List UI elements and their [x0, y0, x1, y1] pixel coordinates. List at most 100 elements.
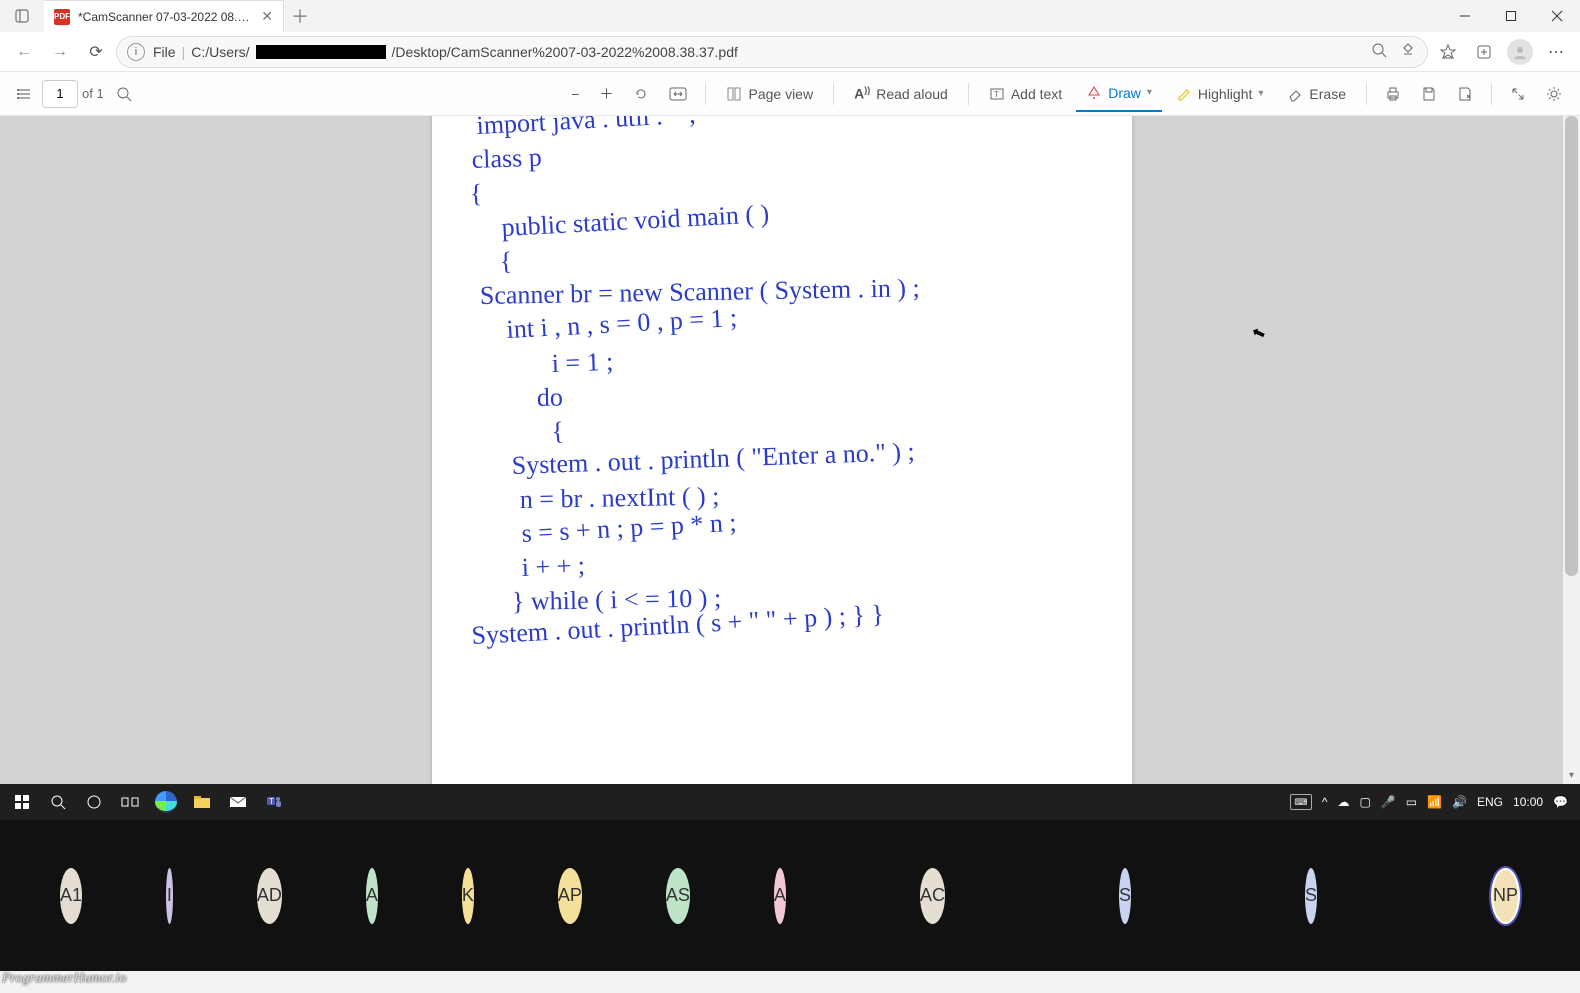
- window-maximize-button[interactable]: [1488, 0, 1534, 32]
- participant-avatar[interactable]: AC: [920, 868, 945, 924]
- pdf-viewport[interactable]: import java . util . * ;class p{ public …: [0, 116, 1563, 784]
- nav-back-button[interactable]: ←: [8, 36, 40, 68]
- window-close-button[interactable]: [1534, 0, 1580, 32]
- taskbar-app-teams[interactable]: T: [256, 784, 292, 820]
- read-aloud-label: Read aloud: [876, 86, 948, 102]
- pdf-contents-button[interactable]: [10, 86, 38, 102]
- pdf-page: import java . util . * ;class p{ public …: [432, 116, 1132, 784]
- pdf-page-total: of 1: [82, 86, 104, 101]
- svg-text:T: T: [994, 90, 999, 99]
- zoom-out-button[interactable]: −: [563, 76, 587, 112]
- participant-avatar[interactable]: K: [462, 868, 474, 924]
- onedrive-icon[interactable]: ☁: [1337, 795, 1349, 809]
- start-button[interactable]: [4, 784, 40, 820]
- tray-language[interactable]: ENG: [1477, 795, 1503, 809]
- zoom-in-button[interactable]: ＋: [591, 76, 621, 112]
- tab-actions-button[interactable]: [0, 0, 44, 32]
- url-scheme-label: File: [153, 44, 176, 60]
- scrollbar-thumb[interactable]: [1565, 116, 1578, 576]
- taskbar-search-icon[interactable]: [40, 784, 76, 820]
- taskbar-tray: ⌨ ^ ☁ ▢ 🎤 ▭ 📶 🔊 ENG 10:00 💬: [1290, 794, 1576, 810]
- svg-text:s = s + n ; p = p * n ;: s = s + n ; p = p * n ;: [520, 508, 736, 548]
- pdf-settings-button[interactable]: [1538, 76, 1570, 112]
- pdf-icon: PDF: [54, 9, 70, 25]
- tab-close-icon[interactable]: ✕: [261, 8, 273, 25]
- cortana-icon[interactable]: [76, 784, 112, 820]
- favorites-button[interactable]: [1432, 36, 1464, 68]
- task-view-icon[interactable]: [112, 784, 148, 820]
- erase-button[interactable]: Erase: [1277, 76, 1356, 112]
- svg-text:i = 1 ;: i = 1 ;: [551, 347, 614, 378]
- participant-avatar[interactable]: AD: [257, 868, 282, 924]
- chevron-down-icon[interactable]: ▾: [1258, 88, 1263, 99]
- highlight-button[interactable]: Highlight▾: [1166, 76, 1274, 112]
- collections-button[interactable]: [1468, 36, 1500, 68]
- svg-text:class p: class p: [471, 143, 542, 174]
- save-as-button[interactable]: [1449, 76, 1481, 112]
- save-button[interactable]: [1413, 76, 1445, 112]
- browser-tab-active[interactable]: PDF *CamScanner 07-03-2022 08.38… ✕: [44, 0, 284, 32]
- participant-avatar[interactable]: A1: [60, 868, 82, 924]
- pdf-toolbar: of 1 − ＋ Page view A))Read aloud T Add te…: [0, 72, 1580, 116]
- site-info-icon[interactable]: i: [127, 43, 145, 61]
- participant-avatar[interactable]: A: [366, 868, 378, 924]
- participant-avatar[interactable]: S: [1119, 868, 1131, 924]
- svg-text:n = br . nextInt ( ) ;: n = br . nextInt ( ) ;: [519, 482, 719, 514]
- add-text-button[interactable]: T Add text: [979, 76, 1072, 112]
- participant-avatar[interactable]: S: [1305, 868, 1317, 924]
- draw-label: Draw: [1108, 85, 1141, 101]
- new-tab-button[interactable]: ＋: [284, 0, 316, 32]
- scrollbar-down-icon[interactable]: ▾: [1563, 767, 1580, 784]
- participant-avatar[interactable]: AP: [558, 868, 582, 924]
- profile-button[interactable]: [1504, 36, 1536, 68]
- fullscreen-button[interactable]: [1502, 76, 1534, 112]
- pdf-find-button[interactable]: [108, 76, 140, 112]
- participant-avatar[interactable]: I: [166, 868, 173, 924]
- read-aloud-button[interactable]: A))Read aloud: [844, 76, 958, 112]
- svg-text:{: {: [499, 247, 512, 276]
- app-menu-button[interactable]: ⋯: [1540, 36, 1572, 68]
- erase-label: Erase: [1309, 86, 1346, 102]
- window-titlebar: PDF *CamScanner 07-03-2022 08.38… ✕ ＋: [0, 0, 1580, 32]
- vertical-scrollbar[interactable]: ▾: [1563, 116, 1580, 784]
- tray-expand-icon[interactable]: ^: [1322, 795, 1328, 809]
- draw-button[interactable]: Draw ▾: [1076, 76, 1162, 112]
- participant-avatar[interactable]: NP: [1491, 868, 1520, 924]
- microphone-icon[interactable]: 🎤: [1381, 795, 1396, 809]
- taskbar-app-explorer[interactable]: [184, 784, 220, 820]
- volume-icon[interactable]: 🔊: [1452, 795, 1467, 809]
- participant-avatar[interactable]: AS: [666, 868, 690, 924]
- taskbar-app-mail[interactable]: [220, 784, 256, 820]
- find-on-page-icon[interactable]: [1371, 42, 1387, 61]
- print-button[interactable]: [1377, 76, 1409, 112]
- participant-avatar[interactable]: A: [774, 868, 786, 924]
- rotate-button[interactable]: [625, 76, 657, 112]
- taskbar-app-edge[interactable]: [148, 784, 184, 820]
- tab-title: *CamScanner 07-03-2022 08.38…: [78, 10, 253, 24]
- wifi-icon[interactable]: 📶: [1427, 795, 1442, 809]
- nav-forward-button[interactable]: →: [44, 36, 76, 68]
- battery-icon[interactable]: ▭: [1406, 795, 1417, 809]
- url-redacted-segment: [256, 45, 386, 59]
- window-controls: [1442, 0, 1580, 32]
- fit-page-button[interactable]: [661, 76, 695, 112]
- svg-text:do: do: [536, 383, 563, 412]
- svg-text:int i , n , s = 0 , p = 1 ;: int i , n , s = 0 , p = 1 ;: [505, 303, 737, 344]
- add-text-label: Add text: [1011, 86, 1062, 102]
- meeting-participants-bar: A1 I AD A K AP AS A AC S S NP: [0, 820, 1580, 971]
- tray-clock[interactable]: 10:00: [1513, 795, 1543, 809]
- url-path-pre: C:/Users/: [191, 44, 249, 60]
- action-center-icon[interactable]: 💬: [1553, 795, 1568, 809]
- url-text: File | C:/Users//Desktop/CamScanner%2007…: [153, 44, 738, 60]
- address-bar[interactable]: i File | C:/Users//Desktop/CamScanner%20…: [116, 36, 1428, 68]
- chevron-down-icon[interactable]: ▾: [1147, 87, 1152, 98]
- window-minimize-button[interactable]: [1442, 0, 1488, 32]
- svg-text:T: T: [269, 797, 274, 806]
- svg-text:System . out . println ( "Ente: System . out . println ( "Enter a no." )…: [511, 437, 915, 480]
- meet-now-icon[interactable]: ▢: [1359, 795, 1370, 809]
- page-view-button[interactable]: Page view: [716, 76, 823, 112]
- pdf-page-input[interactable]: [42, 80, 78, 108]
- touch-keyboard-icon[interactable]: ⌨: [1290, 794, 1312, 810]
- reading-mode-icon[interactable]: [1399, 41, 1417, 62]
- nav-refresh-button[interactable]: ⟳: [80, 36, 112, 68]
